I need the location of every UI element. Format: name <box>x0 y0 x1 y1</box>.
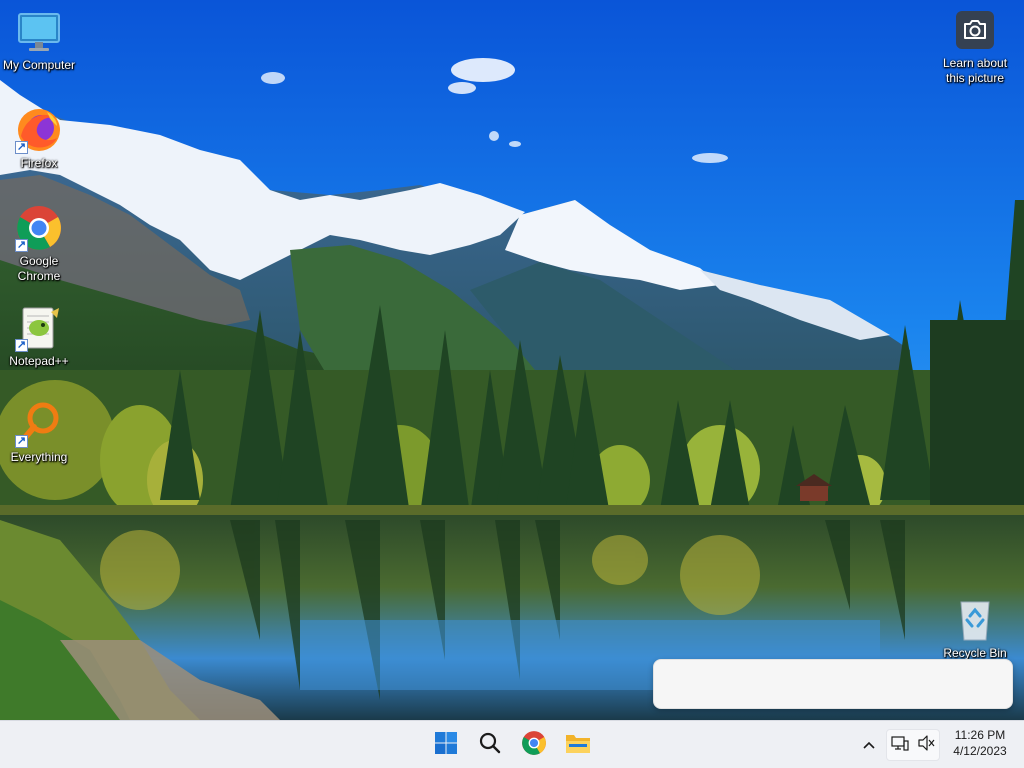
desktop-icon-my-computer[interactable]: My Computer <box>1 8 77 73</box>
taskbar-file-explorer-button[interactable] <box>560 727 596 763</box>
desktop-icon-google-chrome[interactable]: ↗ Google Chrome <box>1 204 77 284</box>
desktop-icon-label: Notepad++ <box>9 354 69 368</box>
desktop-icon-label: Firefox <box>20 156 58 170</box>
quick-settings-button[interactable] <box>886 729 940 761</box>
taskbar-chrome-button[interactable] <box>516 727 552 763</box>
notepadpp-icon: ↗ <box>15 304 63 352</box>
recycle-bin-icon <box>951 596 999 644</box>
chrome-icon: ↗ <box>15 204 63 252</box>
chrome-icon <box>521 730 547 761</box>
desktop-icon-label: Everything <box>10 450 68 464</box>
desktop-icon-label: My Computer <box>2 58 76 72</box>
learn-about-picture[interactable]: Learn about this picture <box>937 10 1013 86</box>
desktop-icon-everything[interactable]: ↗ Everything <box>1 400 77 465</box>
shortcut-arrow-icon: ↗ <box>15 339 28 352</box>
firefox-icon: ↗ <box>15 106 63 154</box>
system-clock[interactable]: 11:26 PM 4/12/2023 <box>944 727 1016 763</box>
shortcut-arrow-icon: ↗ <box>15 141 28 154</box>
start-button[interactable] <box>428 727 464 763</box>
taskbar: 11:26 PM 4/12/2023 <box>0 720 1024 768</box>
desktop-icon-recycle-bin[interactable]: Recycle Bin <box>937 596 1013 661</box>
learn-about-picture-label: Learn about this picture <box>942 56 1008 85</box>
desktop-icon-label: Google Chrome <box>17 254 61 283</box>
network-icon <box>891 735 909 756</box>
clock-time: 11:26 PM <box>954 728 1006 742</box>
monitor-icon <box>15 8 63 56</box>
show-hidden-icons-button[interactable] <box>858 733 880 757</box>
everything-search-icon: ↗ <box>15 400 63 448</box>
search-button[interactable] <box>472 727 508 763</box>
windows-start-icon <box>434 731 458 760</box>
shortcut-arrow-icon: ↗ <box>15 435 28 448</box>
chevron-up-icon <box>863 736 875 754</box>
shortcut-arrow-icon: ↗ <box>15 239 28 252</box>
volume-icon <box>917 734 935 756</box>
desktop-icon-notepadpp[interactable]: ↗ Notepad++ <box>1 304 77 369</box>
search-icon <box>478 731 502 760</box>
notification-toast[interactable] <box>653 659 1013 709</box>
folder-icon <box>565 732 591 759</box>
camera-icon <box>955 10 995 50</box>
desktop-icon-firefox[interactable]: ↗ Firefox <box>1 106 77 171</box>
desktop-wallpaper <box>0 0 1024 720</box>
clock-date: 4/12/2023 <box>953 744 1007 758</box>
